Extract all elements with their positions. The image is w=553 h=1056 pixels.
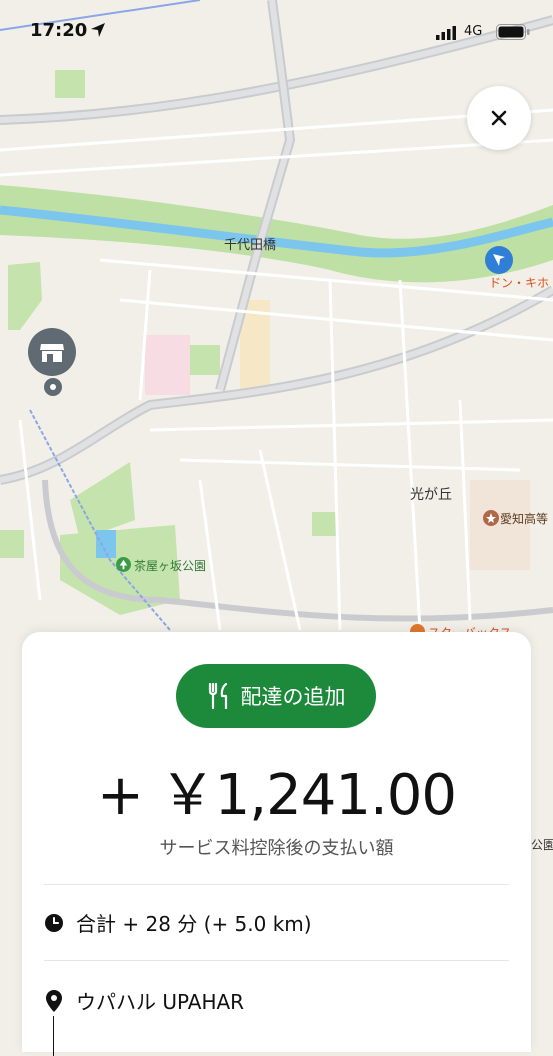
- store-pin[interactable]: [28, 328, 76, 376]
- map-label-donki[interactable]: ドン・キホ: [489, 274, 549, 291]
- store-location-dot: [44, 378, 62, 396]
- add-delivery-label: 配達の追加: [240, 685, 346, 709]
- add-delivery-pill[interactable]: 配達の追加: [176, 664, 376, 728]
- donki-poi-icon[interactable]: [484, 245, 514, 275]
- map-label-bridge: 千代田橋: [224, 238, 277, 253]
- clock-icon: [45, 913, 63, 932]
- map-pin-icon: [46, 989, 62, 1012]
- fork-knife-icon: [208, 683, 227, 709]
- trip-total-row: 合計 + 28 分 (+ 5.0 km): [44, 908, 312, 937]
- map-label-aichi-school[interactable]: 愛知高等: [500, 510, 548, 527]
- signal-icon: [436, 26, 456, 40]
- status-time: 17:20: [30, 20, 88, 41]
- close-icon: [491, 110, 507, 126]
- park-poi-icon[interactable]: [116, 557, 131, 572]
- battery-icon: [496, 24, 530, 40]
- divider: [44, 960, 509, 961]
- map-label-park[interactable]: 茶屋ヶ坂公園: [134, 557, 206, 574]
- trip-total-text: 合計 + 28 分 (+ 5.0 km): [76, 912, 312, 936]
- map-label-park-edge: 公園: [531, 838, 553, 852]
- payout-subtitle: サービス料控除後の支払い額: [159, 838, 394, 859]
- close-button[interactable]: [467, 86, 531, 150]
- store-icon: [40, 344, 64, 362]
- map-label-hikarigaoka: 光が丘: [410, 487, 452, 503]
- restaurant-row: ウパハル UPAHAR: [44, 986, 244, 1015]
- route-line: [53, 1016, 54, 1056]
- divider: [44, 884, 509, 885]
- restaurant-name: ウパハル UPAHAR: [76, 990, 245, 1014]
- school-poi-icon[interactable]: [483, 510, 499, 526]
- location-arrow-icon: [91, 23, 105, 37]
- status-bar: 17:20 4G: [0, 0, 553, 60]
- payout-amount: + ￥1,241.00: [96, 763, 457, 828]
- delivery-offer-card: 配達の追加 + ￥1,241.00 サービス料控除後の支払い額 合計 + 28 …: [22, 632, 531, 1056]
- network-type: 4G: [464, 24, 483, 39]
